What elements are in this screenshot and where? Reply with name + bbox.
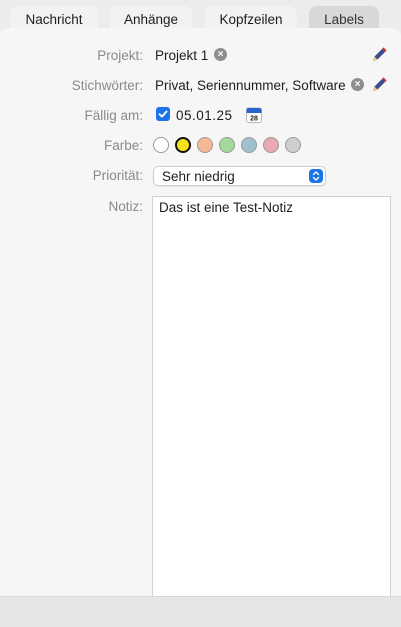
keywords-value: Privat, Seriennummer, Software	[155, 78, 346, 93]
tab-label: Nachricht	[25, 11, 83, 27]
project-label: Projekt:	[97, 48, 143, 63]
clear-project-icon[interactable]: ×	[214, 48, 227, 61]
tab-label: Kopfzeilen	[219, 11, 283, 27]
due-checkbox[interactable]	[156, 107, 170, 121]
checkmark-icon	[158, 110, 168, 118]
color-swatch-pink[interactable]	[263, 137, 279, 153]
clear-keywords-icon[interactable]: ×	[351, 78, 364, 91]
due-date-field[interactable]: 05.01.25	[176, 107, 238, 124]
edit-project-pencil-icon[interactable]	[371, 45, 389, 63]
tab-bar: Nachricht Anhänge Kopfzeilen Labels	[0, 0, 401, 34]
color-swatch-green[interactable]	[219, 137, 235, 153]
project-value: Projekt 1	[155, 48, 209, 63]
color-swatch-white[interactable]	[153, 137, 169, 153]
bottom-bar	[0, 596, 401, 627]
tab-label: Labels	[324, 11, 364, 27]
color-swatch-blue[interactable]	[241, 137, 257, 153]
calendar-day: 28	[250, 116, 258, 123]
color-swatch-orange[interactable]	[197, 137, 213, 153]
priority-value: Sehr niedrig	[162, 169, 235, 184]
due-label: Fällig am:	[84, 108, 143, 123]
tab-label: Anhänge	[123, 11, 179, 27]
color-swatch-yellow[interactable]	[175, 137, 191, 153]
note-label: Notiz:	[108, 199, 143, 214]
color-swatch-gray[interactable]	[285, 137, 301, 153]
edit-keywords-pencil-icon[interactable]	[371, 75, 389, 93]
updown-chevron-icon	[309, 169, 323, 183]
calendar-icon[interactable]: 28	[246, 107, 262, 123]
keywords-label: Stichwörter:	[71, 78, 143, 93]
note-textarea[interactable]: Das ist eine Test-Notiz	[152, 196, 391, 596]
note-text: Das ist eine Test-Notiz	[159, 200, 294, 215]
color-label: Farbe:	[103, 138, 143, 153]
priority-select[interactable]: Sehr niedrig	[153, 166, 326, 186]
priority-label: Priorität:	[92, 168, 143, 183]
